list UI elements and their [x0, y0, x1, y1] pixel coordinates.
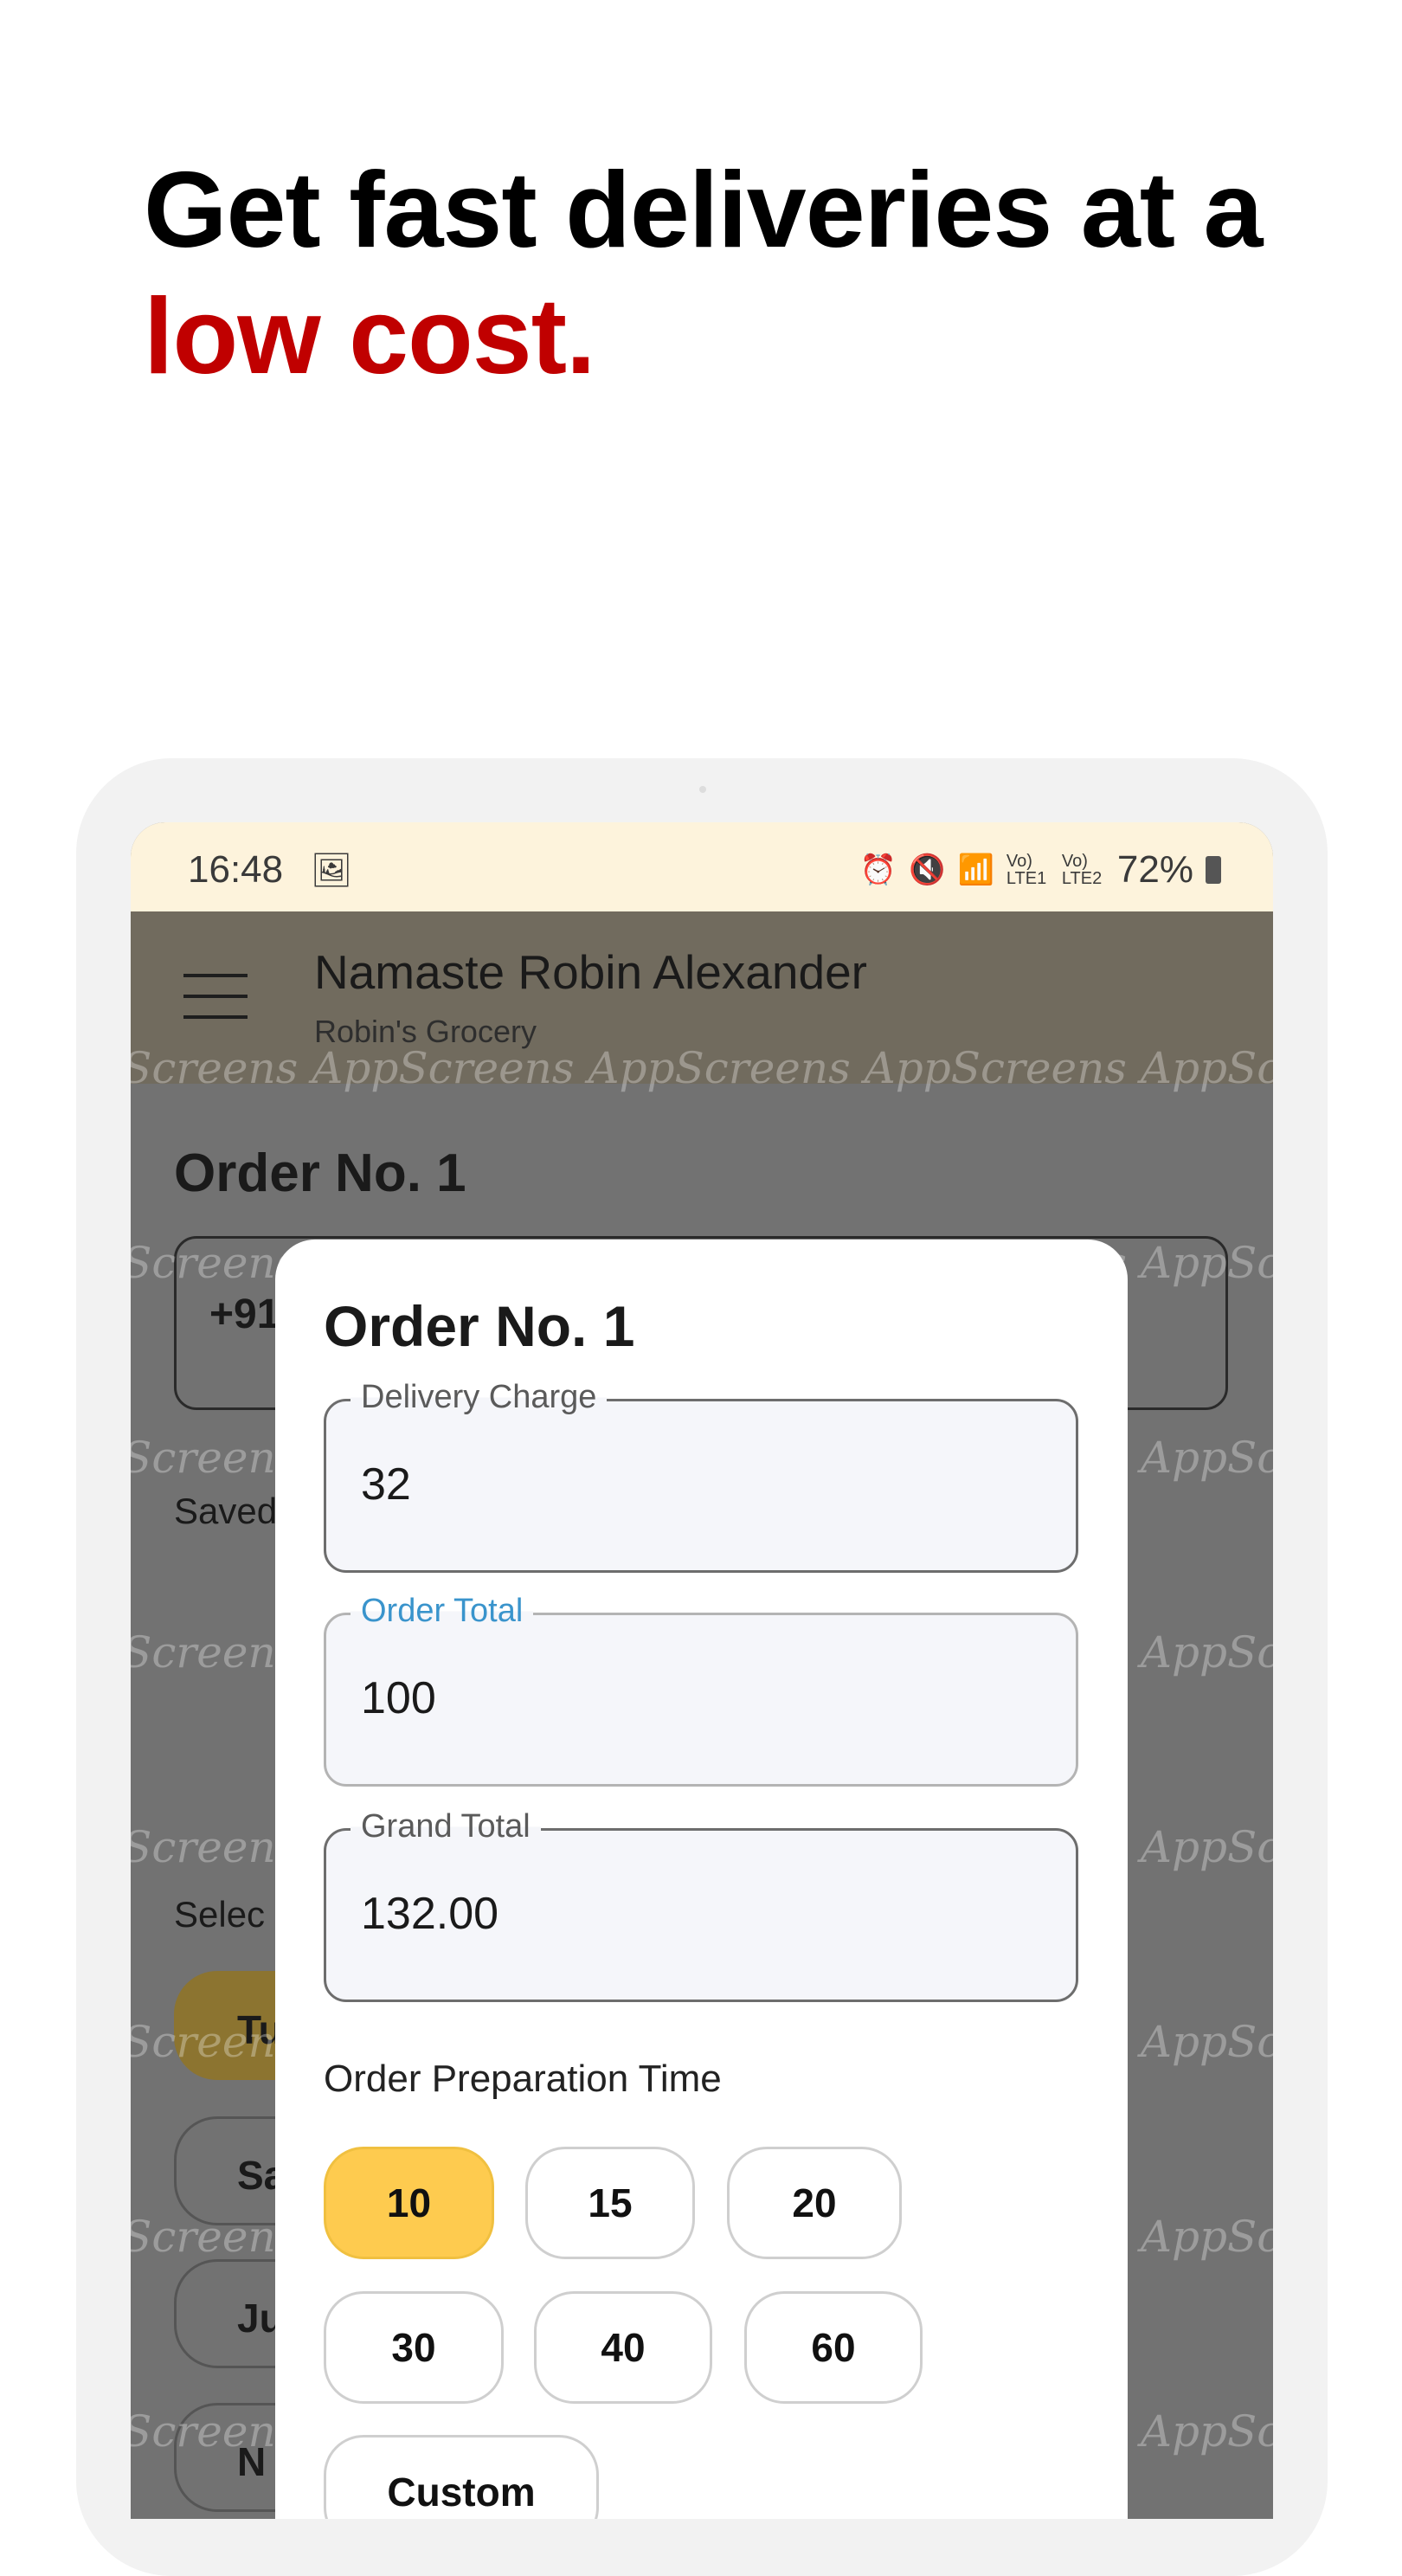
headline: Get fast deliveries at a low cost. — [144, 147, 1263, 400]
order-total-field[interactable]: Order Total — [324, 1593, 1078, 1787]
battery-icon — [1206, 856, 1221, 884]
gallery-icon: 🖼 — [311, 853, 353, 889]
camera-dot — [699, 786, 706, 793]
saved-label: Saved — [174, 1491, 278, 1531]
app-bar: Namaste Robin Alexander Robin's Grocery — [131, 911, 1273, 1084]
order-total-input[interactable] — [361, 1672, 1036, 1724]
lte2-signal-icon: Vo) LTE2 — [1061, 852, 1103, 888]
prep-option-15[interactable]: 15 — [525, 2147, 695, 2259]
prep-option-60[interactable]: 60 — [744, 2291, 923, 2404]
wifi-icon: 📶 — [957, 853, 994, 886]
prep-option-40[interactable]: 40 — [534, 2291, 712, 2404]
app-title: Namaste Robin Alexander — [314, 945, 867, 999]
status-bar: 16:48 🖼 ⏰ 🔇 📶 Vo) LTE1 Vo) LTE2 72% — [131, 822, 1273, 911]
prep-option-30[interactable]: 30 — [324, 2291, 504, 2404]
background-order-title: Order No. 1 — [174, 1143, 466, 1203]
phone-prefix: +91 — [209, 1291, 280, 1337]
prep-option-10[interactable]: 10 — [324, 2147, 494, 2259]
mute-icon: 🔇 — [909, 853, 946, 886]
headline-line2: low cost. — [144, 277, 596, 396]
lte1-signal-icon: Vo) LTE1 — [1006, 852, 1047, 888]
alarm-icon: ⏰ — [859, 853, 897, 886]
hamburger-icon[interactable] — [183, 974, 248, 1019]
order-dialog: Order No. 1 Delivery Charge Order Total … — [275, 1240, 1128, 2519]
status-time: 16:48 — [188, 848, 284, 891]
grand-total-field[interactable]: Grand Total — [324, 1808, 1078, 2002]
grand-total-input[interactable] — [361, 1888, 1036, 1940]
field-label: Order Total — [350, 1593, 534, 1630]
select-label: Selec — [174, 1894, 266, 1935]
battery-level: 72% — [1116, 848, 1193, 891]
prep-option-20[interactable]: 20 — [727, 2147, 902, 2259]
field-label: Delivery Charge — [350, 1379, 608, 1416]
prep-time-label: Order Preparation Time — [324, 2058, 722, 2100]
delivery-charge-field[interactable]: Delivery Charge — [324, 1379, 1078, 1573]
app-subtitle: Robin's Grocery — [314, 1014, 537, 1049]
headline-line1: Get fast deliveries at a — [144, 151, 1263, 270]
phone-screen: 16:48 🖼 ⏰ 🔇 📶 Vo) LTE1 Vo) LTE2 72% Nama… — [131, 822, 1273, 2519]
delivery-charge-input[interactable] — [361, 1459, 1036, 1510]
prep-option-custom[interactable]: Custom — [324, 2435, 599, 2519]
dialog-title: Order No. 1 — [324, 1294, 635, 1358]
field-label: Grand Total — [350, 1808, 541, 1845]
